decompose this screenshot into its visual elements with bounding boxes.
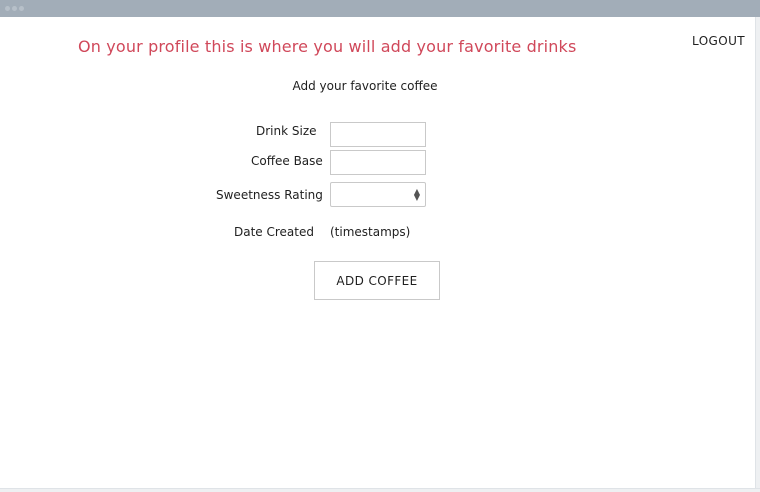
drink-size-input[interactable] — [330, 122, 426, 147]
coffee-base-input[interactable] — [330, 150, 426, 175]
logout-link[interactable]: LOGOUT — [692, 34, 745, 48]
window-titlebar — [0, 0, 760, 17]
add-coffee-button[interactable]: ADD COFFEE — [314, 261, 440, 300]
window-bottom-edge — [0, 488, 760, 492]
date-created-value: (timestamps) — [330, 225, 411, 239]
window-minimize-dot[interactable] — [12, 6, 17, 11]
page-title: On your profile this is where you will a… — [78, 37, 577, 56]
sweetness-rating-select[interactable]: ▲ ▼ — [330, 182, 426, 207]
sweetness-rating-label: Sweetness Rating — [216, 188, 323, 202]
window-maximize-dot[interactable] — [19, 6, 24, 11]
date-created-label: Date Created — [234, 225, 314, 239]
form-heading: Add your favorite coffee — [292, 79, 438, 93]
sort-arrows-icon: ▲ ▼ — [413, 187, 420, 202]
window-close-dot[interactable] — [5, 6, 10, 11]
window-right-edge — [755, 17, 760, 492]
drink-size-label: Drink Size — [256, 124, 317, 138]
coffee-base-label: Coffee Base — [251, 154, 323, 168]
window-controls — [5, 6, 24, 11]
